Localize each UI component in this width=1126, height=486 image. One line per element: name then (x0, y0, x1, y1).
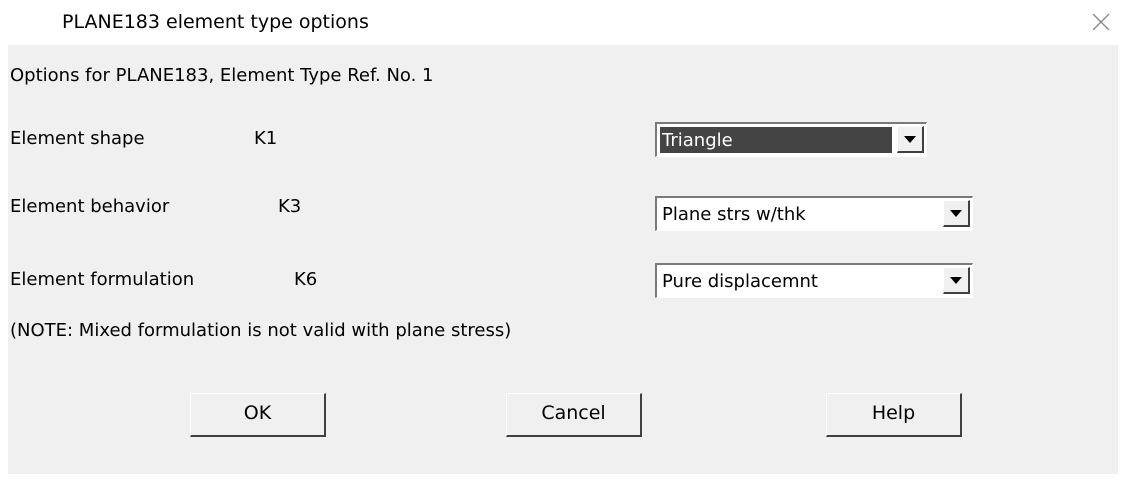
element-formulation-dropdown-button[interactable] (943, 267, 970, 294)
element-shape-dropdown-button[interactable] (897, 126, 924, 153)
element-formulation-select[interactable]: Pure displacemnt (655, 263, 973, 298)
element-behavior-select[interactable]: Plane strs w/thk (655, 196, 973, 231)
window-title: PLANE183 element type options (62, 11, 369, 33)
element-shape-key: K1 (254, 128, 278, 149)
dialog-window: PLANE183 element type options Options fo… (0, 0, 1126, 486)
element-behavior-dropdown-button[interactable] (943, 200, 970, 227)
element-behavior-label: Element behavior (10, 196, 170, 217)
element-formulation-label: Element formulation (10, 269, 195, 290)
element-shape-value: Triangle (660, 127, 892, 153)
options-heading: Options for PLANE183, Element Type Ref. … (10, 65, 434, 86)
element-shape-select[interactable]: Triangle (655, 122, 927, 157)
element-formulation-key: K6 (294, 269, 318, 290)
ok-button[interactable]: OK (190, 393, 326, 437)
help-button[interactable]: Help (826, 393, 962, 437)
title-bar: PLANE183 element type options (0, 0, 1126, 44)
chevron-down-icon (950, 276, 962, 284)
element-shape-label: Element shape (10, 128, 145, 149)
formulation-note: (NOTE: Mixed formulation is not valid wi… (10, 320, 512, 341)
close-icon (1092, 13, 1110, 31)
element-formulation-value: Pure displacemnt (662, 271, 818, 292)
chevron-down-icon (950, 209, 962, 217)
dialog-body: Options for PLANE183, Element Type Ref. … (8, 45, 1118, 474)
cancel-button[interactable]: Cancel (506, 393, 642, 437)
element-behavior-value: Plane strs w/thk (662, 204, 806, 225)
element-behavior-key: K3 (278, 196, 302, 217)
chevron-down-icon (904, 135, 916, 143)
close-button[interactable] (1080, 4, 1122, 40)
